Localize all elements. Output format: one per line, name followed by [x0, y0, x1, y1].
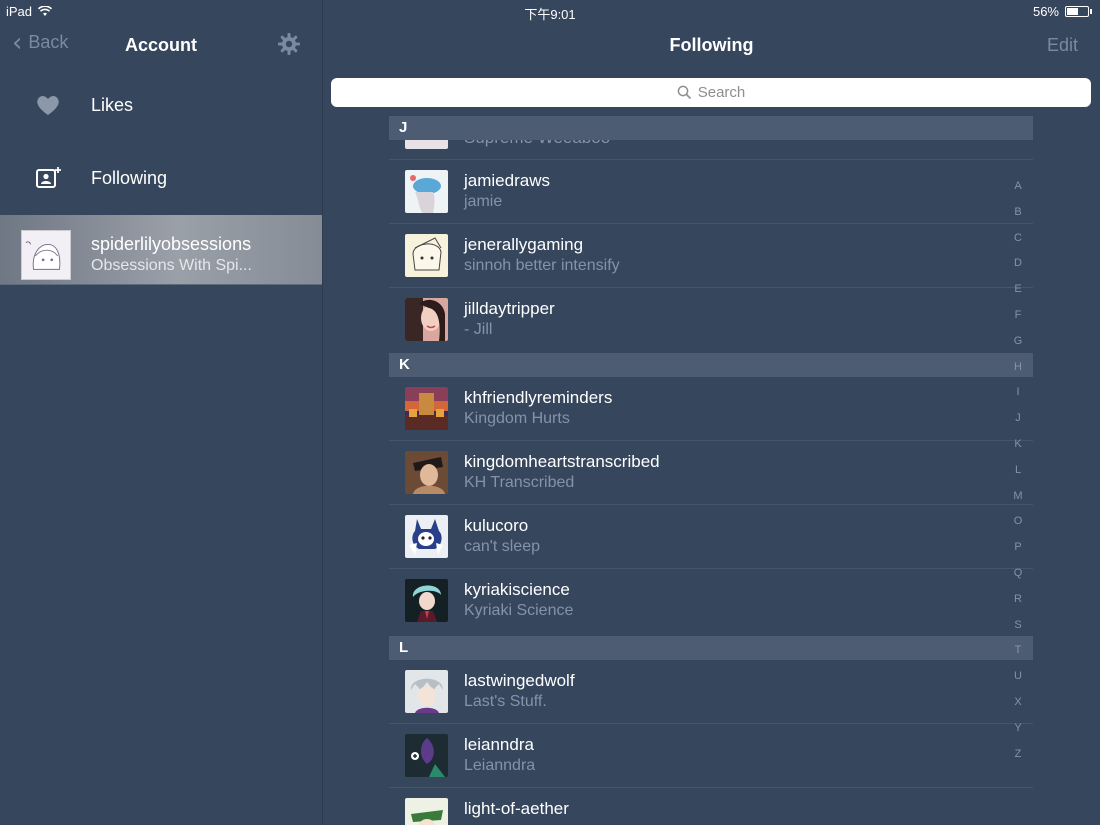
avatar: [405, 798, 448, 825]
avatar: [405, 387, 448, 430]
search-placeholder: Search: [697, 84, 746, 101]
row-subtitle: Leianndra: [464, 757, 536, 774]
index-letter[interactable]: R: [1008, 593, 1028, 619]
edit-button[interactable]: Edit: [1047, 35, 1078, 56]
row-name: jenerallygaming: [464, 235, 584, 254]
index-letter[interactable]: K: [1008, 438, 1028, 464]
list-item[interactable]: jenerallygaming sinnoh better intensify: [389, 224, 1033, 288]
list-item[interactable]: kyriakiscience Kyriaki Science: [389, 569, 1033, 633]
following-list[interactable]: Supreme Weeaboo J jamiedraws jamie jener…: [389, 116, 1033, 825]
avatar: [405, 298, 448, 341]
section-index[interactable]: ABCDEFGHIJKLMOPQRSTUXYZ: [1008, 180, 1028, 773]
sidebar-item-label: Likes: [91, 94, 134, 115]
index-letter[interactable]: C: [1008, 232, 1028, 258]
row-name: kyriakiscience: [464, 580, 570, 599]
index-letter[interactable]: T: [1008, 644, 1028, 670]
index-letter[interactable]: Y: [1008, 722, 1028, 748]
page-title: Following: [669, 35, 754, 55]
sidebar-item-label: Following: [91, 167, 168, 188]
index-letter[interactable]: A: [1008, 180, 1028, 206]
avatar: [405, 451, 448, 494]
row-subtitle: can't sleep: [464, 538, 540, 555]
search-input[interactable]: Search: [331, 78, 1091, 107]
list-item[interactable]: jilldaytripper - Jill: [389, 288, 1033, 352]
status-bar: iPad 下午9:01 56%: [0, 0, 1100, 22]
avatar: [405, 234, 448, 277]
row-name: jamiedraws: [464, 171, 550, 190]
sidebar-header: ‹ Back Account: [0, 22, 322, 68]
row-subtitle: KH Transcribed: [464, 474, 575, 491]
index-letter[interactable]: D: [1008, 257, 1028, 283]
row-name: kulucoro: [464, 516, 529, 535]
index-letter[interactable]: S: [1008, 619, 1028, 645]
row-name: leianndra: [464, 735, 534, 754]
index-letter[interactable]: O: [1008, 515, 1028, 541]
index-letter[interactable]: Z: [1008, 748, 1028, 774]
blog-name: spiderlilyobsessions: [91, 234, 252, 254]
row-name: light-of-aether: [464, 799, 569, 818]
index-letter[interactable]: G: [1008, 335, 1028, 361]
avatar: [405, 670, 448, 713]
index-letter[interactable]: H: [1008, 361, 1028, 387]
sidebar-item-following[interactable]: Following: [0, 143, 322, 213]
index-letter[interactable]: F: [1008, 309, 1028, 335]
contact-card-icon: [36, 167, 61, 188]
index-letter[interactable]: Q: [1008, 567, 1028, 593]
page-title: Account: [125, 35, 197, 55]
gear-icon[interactable]: [277, 32, 301, 56]
avatar: [405, 579, 448, 622]
index-letter[interactable]: B: [1008, 206, 1028, 232]
avatar: [405, 170, 448, 213]
row-subtitle: jamie: [464, 193, 503, 210]
list-item[interactable]: lastwingedwolf Last's Stuff.: [389, 660, 1033, 724]
search-icon: [677, 85, 691, 100]
index-letter[interactable]: X: [1008, 696, 1028, 722]
list-item[interactable]: kulucoro can't sleep: [389, 505, 1033, 569]
row-subtitle: Kingdom Hurts: [464, 410, 570, 427]
sidebar-item-blog[interactable]: spiderlilyobsessions Obsessions With Spi…: [0, 215, 322, 285]
avatar: [21, 230, 71, 280]
heart-icon: [37, 96, 59, 115]
index-letter[interactable]: P: [1008, 541, 1028, 567]
index-letter[interactable]: J: [1008, 412, 1028, 438]
row-subtitle: Last's Stuff.: [464, 693, 547, 710]
list-item[interactable]: khfriendlyreminders Kingdom Hurts: [389, 377, 1033, 441]
index-letter[interactable]: E: [1008, 283, 1028, 309]
list-item[interactable]: jamiedraws jamie: [389, 160, 1033, 224]
index-letter[interactable]: U: [1008, 670, 1028, 696]
list-item[interactable]: leianndra Leianndra: [389, 724, 1033, 788]
row-name: lastwingedwolf: [464, 671, 575, 690]
row-name: khfriendlyreminders: [464, 388, 613, 407]
list-item[interactable]: light-of-aether: [389, 788, 1033, 825]
main-header: Following Edit: [323, 22, 1100, 68]
row-subtitle: - Jill: [464, 321, 493, 338]
list-item[interactable]: kingdomheartstranscribed KH Transcribed: [389, 441, 1033, 505]
avatar: [405, 734, 448, 777]
index-letter[interactable]: M: [1008, 490, 1028, 516]
blog-subtitle: Obsessions With Spi...: [91, 257, 252, 274]
sidebar-item-likes[interactable]: Likes: [0, 70, 322, 140]
row-subtitle: Kyriaki Science: [464, 602, 574, 619]
row-name: kingdomheartstranscribed: [464, 452, 660, 471]
panel-divider: [322, 0, 323, 825]
row-subtitle: sinnoh better intensify: [464, 257, 620, 274]
battery-icon: [1065, 6, 1089, 17]
status-time: 下午9:01: [524, 7, 576, 22]
index-letter[interactable]: I: [1008, 386, 1028, 412]
section-header-k: K: [389, 353, 1033, 377]
sidebar: ‹ Back Account Likes Following spiderlil…: [0, 22, 322, 825]
section-header-l: L: [389, 636, 1033, 660]
battery-percent: 56%: [1032, 4, 1059, 19]
section-header-j: J: [389, 116, 1033, 140]
row-name: jilldaytripper: [464, 299, 555, 318]
index-letter[interactable]: L: [1008, 464, 1028, 490]
avatar: [405, 515, 448, 558]
